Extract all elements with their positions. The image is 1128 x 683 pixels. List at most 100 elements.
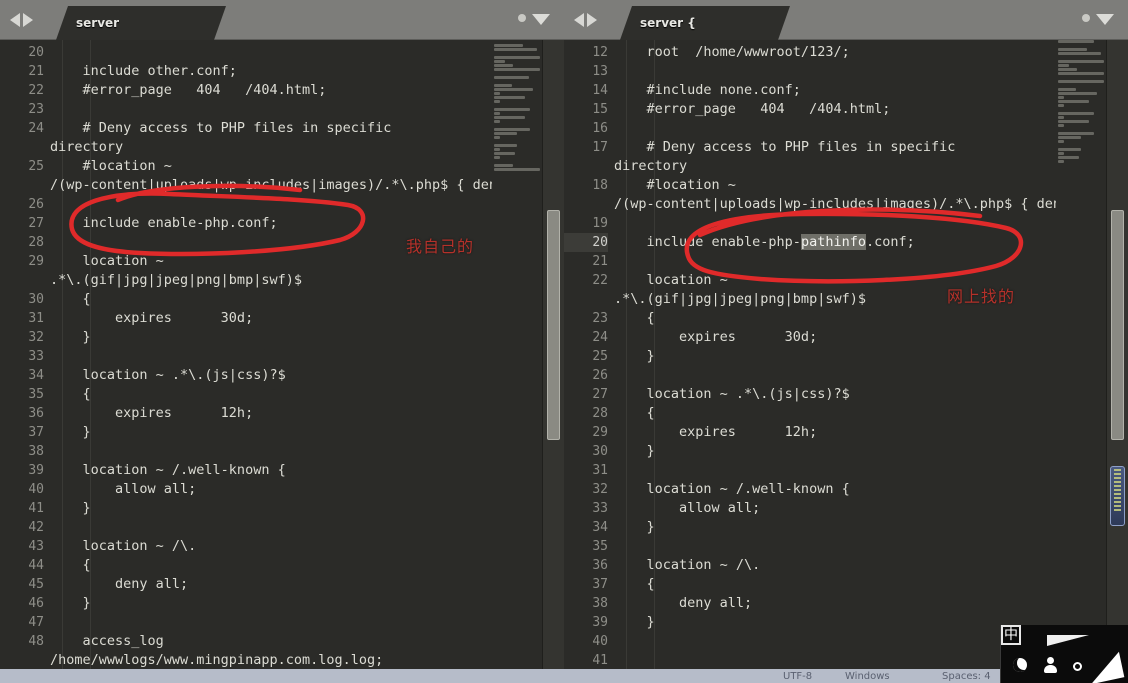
code-line[interactable] bbox=[614, 119, 1056, 138]
code-line[interactable] bbox=[614, 366, 1056, 385]
line-number: 14 bbox=[592, 83, 608, 98]
code-line[interactable]: include enable-php-pathinfo.conf; bbox=[614, 233, 1056, 252]
vertical-scrollbar-right[interactable] bbox=[1106, 40, 1128, 669]
code-line[interactable] bbox=[614, 252, 1056, 271]
code-line[interactable]: location ~ /.well-known { bbox=[614, 480, 1056, 499]
code-line[interactable]: } bbox=[614, 347, 1056, 366]
vertical-scrollbar-left[interactable] bbox=[542, 40, 564, 669]
code-line[interactable]: { bbox=[50, 290, 492, 309]
code-line[interactable]: deny all; bbox=[614, 594, 1056, 613]
code-line[interactable]: { bbox=[50, 556, 492, 575]
code-line[interactable] bbox=[50, 347, 492, 366]
code-line[interactable]: location ~ .*\.(js|css)?$ bbox=[50, 366, 492, 385]
code-line[interactable]: # Deny access to PHP files in specific bbox=[50, 119, 492, 138]
minimap-left[interactable] bbox=[492, 40, 542, 669]
code-line[interactable]: directory bbox=[614, 157, 1056, 176]
code-line[interactable]: #error_page 404 /404.html; bbox=[614, 100, 1056, 119]
minimap-line bbox=[494, 108, 530, 111]
tab-modified-dot-icon[interactable] bbox=[1082, 14, 1090, 22]
minimap-line bbox=[1058, 112, 1094, 115]
scrollbar-thumb[interactable] bbox=[1111, 210, 1124, 440]
code-editor-right[interactable]: 12 13 14 15 16 17 18 19 20 21 22 23 24 25 26 27 28 29 30 31… bbox=[564, 40, 1128, 669]
code-line[interactable]: { bbox=[614, 404, 1056, 423]
status-line-ending[interactable]: Windows bbox=[845, 671, 890, 682]
code-line[interactable]: location ~ /\. bbox=[614, 556, 1056, 575]
code-line[interactable] bbox=[50, 43, 492, 62]
code-line[interactable]: directory bbox=[50, 138, 492, 157]
status-indentation[interactable]: Spaces: 4 bbox=[942, 671, 991, 682]
scrollbar-thumb[interactable] bbox=[547, 210, 560, 440]
code-line[interactable]: } bbox=[614, 442, 1056, 461]
code-line[interactable]: access_log bbox=[50, 632, 492, 651]
code-line[interactable]: { bbox=[50, 385, 492, 404]
circle-icon[interactable] bbox=[1073, 662, 1082, 671]
chevron-down-icon[interactable] bbox=[532, 14, 550, 25]
chevron-down-icon[interactable] bbox=[1096, 14, 1114, 25]
tab-nav-arrows-right[interactable] bbox=[574, 12, 618, 28]
moon-icon[interactable] bbox=[1013, 658, 1027, 672]
code-line[interactable] bbox=[614, 461, 1056, 480]
code-line[interactable]: expires 12h; bbox=[614, 423, 1056, 442]
code-content-right[interactable]: root /home/wwwroot/123/; #include none.c… bbox=[614, 40, 1056, 669]
code-line[interactable]: expires 30d; bbox=[614, 328, 1056, 347]
arrow-right-icon[interactable] bbox=[23, 13, 33, 27]
arrow-left-icon[interactable] bbox=[574, 13, 584, 27]
person-icon[interactable] bbox=[1043, 657, 1057, 673]
code-line[interactable]: } bbox=[50, 423, 492, 442]
code-line[interactable]: # Deny access to PHP files in specific bbox=[614, 138, 1056, 157]
arrow-right-icon[interactable] bbox=[587, 13, 597, 27]
code-line[interactable]: #error_page 404 /404.html; bbox=[50, 81, 492, 100]
minimap-right[interactable] bbox=[1056, 40, 1106, 669]
code-line[interactable] bbox=[50, 195, 492, 214]
code-line[interactable] bbox=[50, 442, 492, 461]
code-line[interactable]: root /home/wwwroot/123/; bbox=[614, 43, 1056, 62]
ime-chinese-mode-icon[interactable]: 中 bbox=[1001, 625, 1021, 645]
code-line[interactable]: /home/wwwlogs/www.mingpinapp.com.log.log… bbox=[50, 651, 492, 669]
code-line[interactable]: deny all; bbox=[50, 575, 492, 594]
status-encoding[interactable]: UTF-8 bbox=[783, 671, 812, 682]
scrollbar-thumb-highlight[interactable] bbox=[1110, 466, 1125, 526]
code-line[interactable] bbox=[614, 62, 1056, 81]
minimap-line bbox=[1058, 64, 1069, 67]
code-line[interactable] bbox=[614, 214, 1056, 233]
code-line[interactable]: include other.conf; bbox=[50, 62, 492, 81]
minimap-line bbox=[494, 152, 515, 155]
tab-nav-arrows-left[interactable] bbox=[10, 12, 54, 28]
tab-server-left[interactable]: server bbox=[56, 6, 226, 40]
code-line[interactable] bbox=[614, 632, 1056, 651]
code-line[interactable]: location ~ /\. bbox=[50, 537, 492, 556]
code-line[interactable]: { bbox=[614, 309, 1056, 328]
code-line[interactable]: { bbox=[614, 575, 1056, 594]
minimap-line bbox=[1058, 124, 1064, 127]
tab-modified-dot-icon[interactable] bbox=[518, 14, 526, 22]
minimap-line bbox=[1058, 140, 1064, 143]
code-line[interactable]: /(wp-content|uploads|wp-includes|images)… bbox=[50, 176, 492, 195]
code-line[interactable] bbox=[614, 651, 1056, 669]
code-line[interactable]: } bbox=[50, 594, 492, 613]
code-line[interactable]: #location ~ bbox=[614, 176, 1056, 195]
code-line[interactable]: } bbox=[50, 328, 492, 347]
code-line[interactable]: expires 12h; bbox=[50, 404, 492, 423]
code-line[interactable]: allow all; bbox=[614, 499, 1056, 518]
code-line[interactable]: allow all; bbox=[50, 480, 492, 499]
ime-toolbar[interactable]: 中 bbox=[1000, 625, 1128, 683]
code-line[interactable]: include enable-php.conf; bbox=[50, 214, 492, 233]
code-line[interactable]: location ~ .*\.(js|css)?$ bbox=[614, 385, 1056, 404]
code-line[interactable]: #include none.conf; bbox=[614, 81, 1056, 100]
code-line[interactable]: /(wp-content|uploads|wp-includes|images)… bbox=[614, 195, 1056, 214]
code-line[interactable]: } bbox=[614, 518, 1056, 537]
code-line[interactable]: expires 30d; bbox=[50, 309, 492, 328]
code-line[interactable]: } bbox=[50, 499, 492, 518]
tab-server-right[interactable]: server { bbox=[620, 6, 790, 40]
code-editor-left[interactable]: 20 21 22 23 24 25 26 27 28 29 30 31 32 33 34 35 36 37 38 39… bbox=[0, 40, 564, 669]
code-line[interactable] bbox=[50, 518, 492, 537]
code-line[interactable] bbox=[614, 537, 1056, 556]
code-content-left[interactable]: include other.conf; #error_page 404 /404… bbox=[50, 40, 492, 669]
arrow-left-icon[interactable] bbox=[10, 13, 20, 27]
code-line[interactable]: #location ~ bbox=[50, 157, 492, 176]
code-line[interactable] bbox=[50, 613, 492, 632]
code-line[interactable]: .*\.(gif|jpg|jpeg|png|bmp|swf)$ bbox=[50, 271, 492, 290]
code-line[interactable]: } bbox=[614, 613, 1056, 632]
code-line[interactable] bbox=[50, 100, 492, 119]
code-line[interactable]: location ~ /.well-known { bbox=[50, 461, 492, 480]
